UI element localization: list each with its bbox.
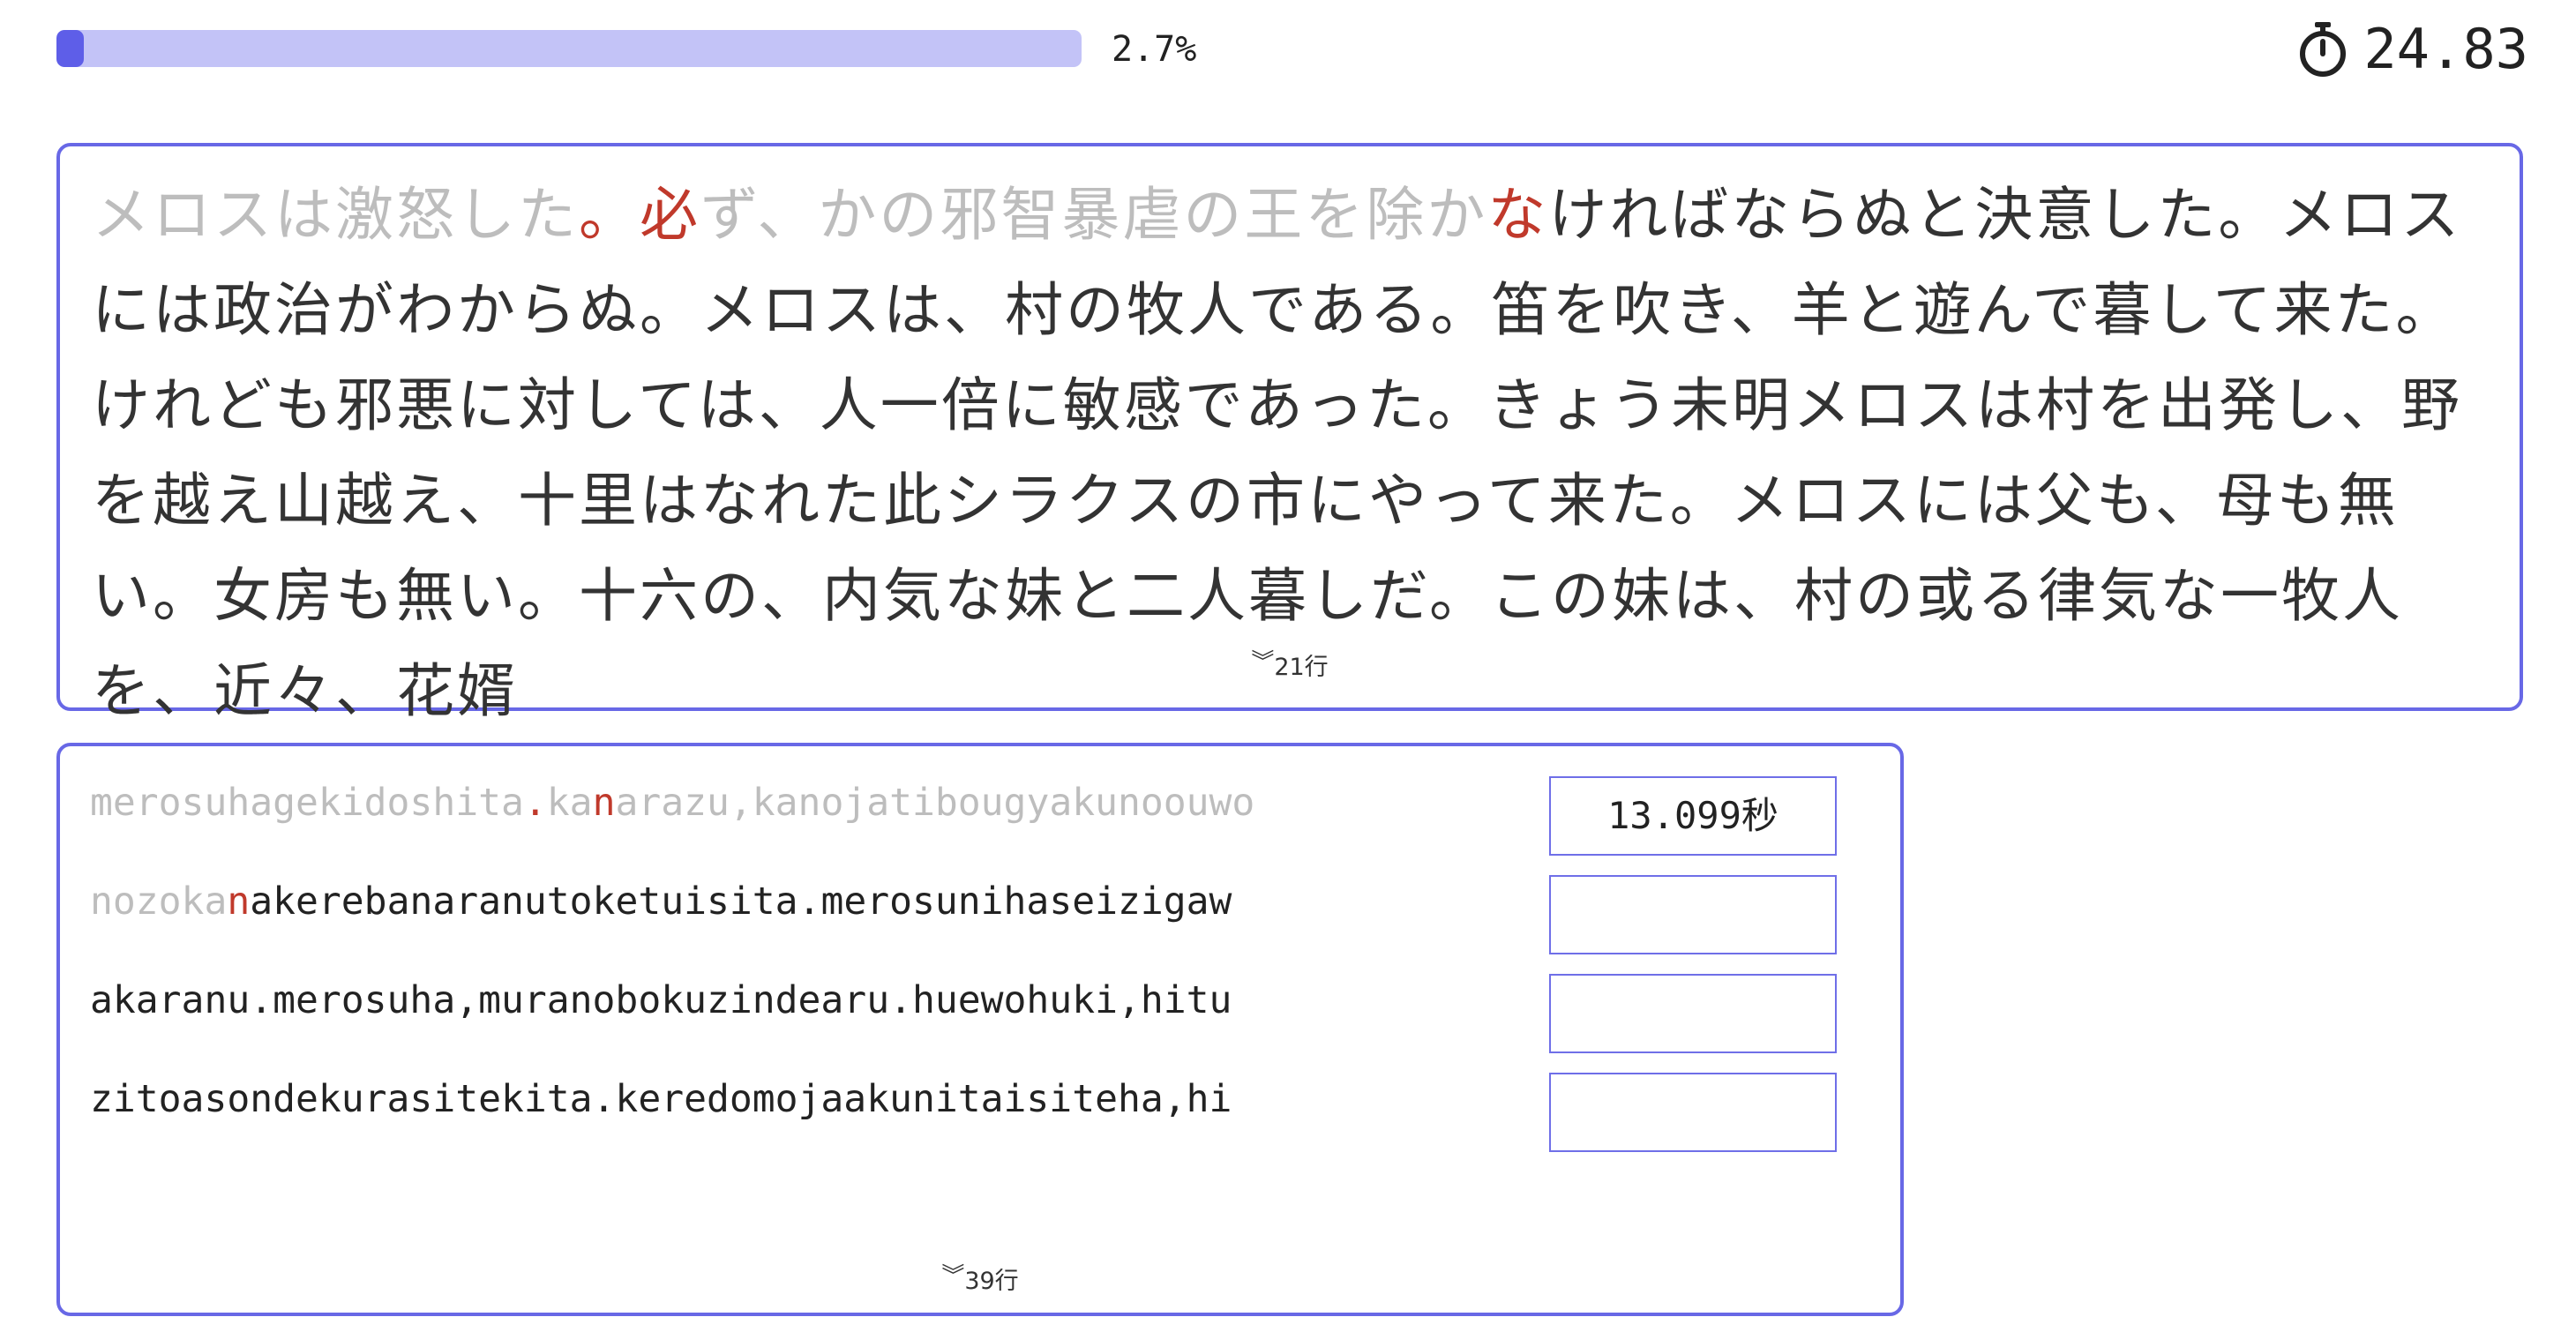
timer-value: 24.83 <box>2363 17 2528 81</box>
romaji-typed: nozoka <box>90 879 228 924</box>
line-time-field <box>1549 1073 1837 1152</box>
romaji-current-char: n <box>592 781 616 825</box>
progress-bar-fill <box>56 30 85 67</box>
stopwatch-icon <box>2296 20 2349 79</box>
romaji-typed: merosuhagekidoshita <box>90 781 524 825</box>
passage-remaining: ければならぬと決意した。メロスには政治がわからぬ。メロスは、村の牧人である。笛を… <box>92 181 2463 725</box>
passage-panel: メロスは激怒した。必ず、かの邪智暴虐の王を除かなければならぬと決意した。メロスに… <box>56 143 2523 725</box>
double-chevron-down-icon: ︾ <box>941 1263 965 1290</box>
passage-lookahead: ず、かの邪智暴虐の王を除か <box>700 181 1488 249</box>
passage-line-count-value: 21行 <box>1274 654 1329 681</box>
progress-bar <box>56 30 1082 67</box>
passage-line-count: ︾21行 <box>60 647 2520 682</box>
romaji-remaining: zitoasondekurasitekita.keredomojaakunita… <box>90 1077 1232 1121</box>
romaji-panel: merosuhagekidoshita.kanarazu,kanojatibou… <box>56 743 1904 1316</box>
passage-typed: メロスは激怒した <box>92 181 579 249</box>
romaji-line-count-value: 39行 <box>964 1268 1019 1295</box>
progress-percent: 2.7% <box>1112 29 1197 70</box>
line-time-field: 13.099秒 <box>1549 776 1837 856</box>
romaji-mid-typed: ka <box>546 781 593 825</box>
romaji-remaining: akaranu.merosuha,muranobokuzindearu.huew… <box>90 978 1232 1022</box>
romaji-line: akaranu.merosuha,muranobokuzindearu.huew… <box>90 976 1232 1025</box>
romaji-line: nozokanakerebanaranutoketuisita.merosuni… <box>90 877 1232 926</box>
passage-lookahead-current: な <box>1487 181 1549 249</box>
romaji-line: zitoasondekurasitekita.keredomojaakunita… <box>90 1074 1232 1124</box>
romaji-current-char: n <box>227 879 251 924</box>
line-time-field <box>1549 974 1837 1053</box>
line-time-field <box>1549 875 1837 954</box>
romaji-typed-mark: . <box>523 781 547 825</box>
passage-current-char: 必 <box>640 181 700 249</box>
romaji-remaining: arazu,kanojatibougyakunoouwo <box>615 781 1255 825</box>
romaji-remaining: akerebanaranutoketuisita.merosunihaseizi… <box>250 879 1232 924</box>
double-chevron-down-icon: ︾ <box>1251 649 1275 676</box>
romaji-line: merosuhagekidoshita.kanarazu,kanojatibou… <box>90 778 1254 827</box>
passage-typed-mark: 。 <box>579 181 640 249</box>
timer: 24.83 <box>2296 18 2528 81</box>
romaji-line-count: ︾39行 <box>60 1261 1900 1296</box>
